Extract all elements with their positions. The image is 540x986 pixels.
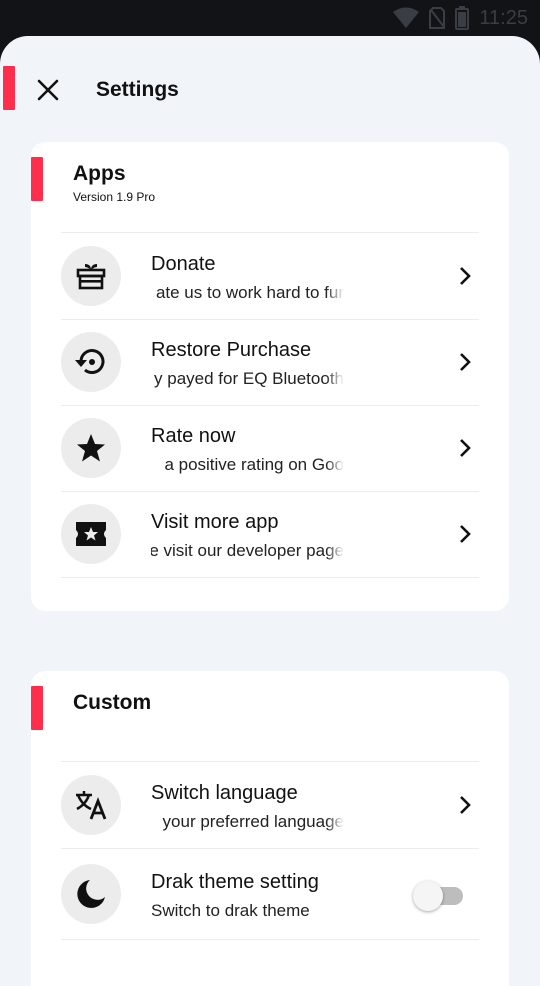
rate-now-subtitle: a positive rating on Goo bbox=[164, 455, 344, 474]
restore-purchase-subtitle: y payed for EQ Bluetooth bbox=[154, 369, 344, 388]
divider bbox=[61, 577, 479, 578]
restore-purchase-subtitle-wrap: y payed for EQ Bluetooth bbox=[151, 369, 344, 391]
dark-theme-row: Drak theme setting Switch to drak theme bbox=[61, 851, 479, 941]
ticket-icon bbox=[61, 504, 121, 564]
chevron-right-icon bbox=[453, 264, 477, 288]
chevron-right-icon bbox=[453, 793, 477, 817]
visit-more-app-subtitle-wrap: e visit our developer page bbox=[151, 541, 344, 563]
divider bbox=[61, 939, 479, 940]
page-title: Settings bbox=[96, 78, 179, 101]
switch-language-title: Switch language bbox=[151, 782, 298, 804]
restore-icon bbox=[61, 332, 121, 392]
no-sim-icon bbox=[429, 7, 446, 29]
apps-title: Apps bbox=[73, 162, 126, 185]
star-icon bbox=[61, 418, 121, 478]
switch-language-row[interactable]: Switch language your preferred language bbox=[61, 762, 479, 848]
custom-header: Custom bbox=[73, 691, 151, 715]
apps-card: Apps Version 1.9 Pro Donate ate us to wo… bbox=[31, 142, 509, 611]
visit-more-app-title: Visit more app bbox=[151, 511, 279, 533]
dark-theme-toggle[interactable] bbox=[413, 881, 463, 911]
top-bar: Settings bbox=[0, 66, 540, 114]
apps-accent-bar bbox=[31, 157, 43, 201]
divider bbox=[61, 848, 479, 849]
status-time: 11:25 bbox=[479, 6, 528, 29]
visit-more-app-row[interactable]: Visit more app e visit our developer pag… bbox=[61, 491, 479, 577]
dark-theme-subtitle: Switch to drak theme bbox=[151, 901, 310, 920]
switch-language-subtitle: your preferred language bbox=[162, 812, 344, 831]
custom-card: Custom Switch language your preferred la… bbox=[31, 671, 509, 986]
settings-sheet: Settings Apps Version 1.9 Pro Donate ate… bbox=[0, 36, 540, 986]
close-icon bbox=[37, 79, 59, 101]
gift-icon bbox=[61, 246, 121, 306]
rate-now-title: Rate now bbox=[151, 425, 236, 447]
apps-header: Apps Version 1.9 Pro bbox=[73, 162, 155, 204]
moon-icon bbox=[61, 864, 121, 924]
close-button[interactable] bbox=[32, 74, 64, 106]
custom-title: Custom bbox=[73, 691, 152, 714]
rate-now-subtitle-wrap: a positive rating on Goo bbox=[151, 455, 344, 477]
restore-purchase-title: Restore Purchase bbox=[151, 339, 312, 361]
switch-language-subtitle-wrap: your preferred language bbox=[151, 812, 344, 834]
custom-accent-bar bbox=[31, 686, 43, 730]
donate-row[interactable]: Donate ate us to work hard to fur bbox=[61, 233, 479, 319]
wifi-icon bbox=[393, 7, 420, 29]
status-bar: 11:25 bbox=[0, 0, 540, 36]
chevron-right-icon bbox=[453, 350, 477, 374]
donate-subtitle-wrap: ate us to work hard to fur bbox=[151, 283, 344, 305]
chevron-right-icon bbox=[453, 522, 477, 546]
battery-icon bbox=[455, 6, 470, 30]
restore-purchase-row[interactable]: Restore Purchase y payed for EQ Bluetoot… bbox=[61, 319, 479, 405]
accent-bar bbox=[3, 66, 15, 110]
translate-icon bbox=[61, 775, 121, 835]
rate-now-row[interactable]: Rate now a positive rating on Goo bbox=[61, 405, 479, 491]
toggle-thumb bbox=[413, 881, 443, 911]
chevron-right-icon bbox=[453, 436, 477, 460]
visit-more-app-subtitle: e visit our developer page bbox=[151, 541, 344, 560]
donate-title: Donate bbox=[151, 253, 216, 275]
version-label: Version 1.9 Pro bbox=[73, 190, 156, 204]
donate-subtitle: ate us to work hard to fur bbox=[155, 283, 344, 302]
status-icons: 11:25 bbox=[393, 6, 528, 30]
dark-theme-title: Drak theme setting bbox=[151, 871, 319, 893]
